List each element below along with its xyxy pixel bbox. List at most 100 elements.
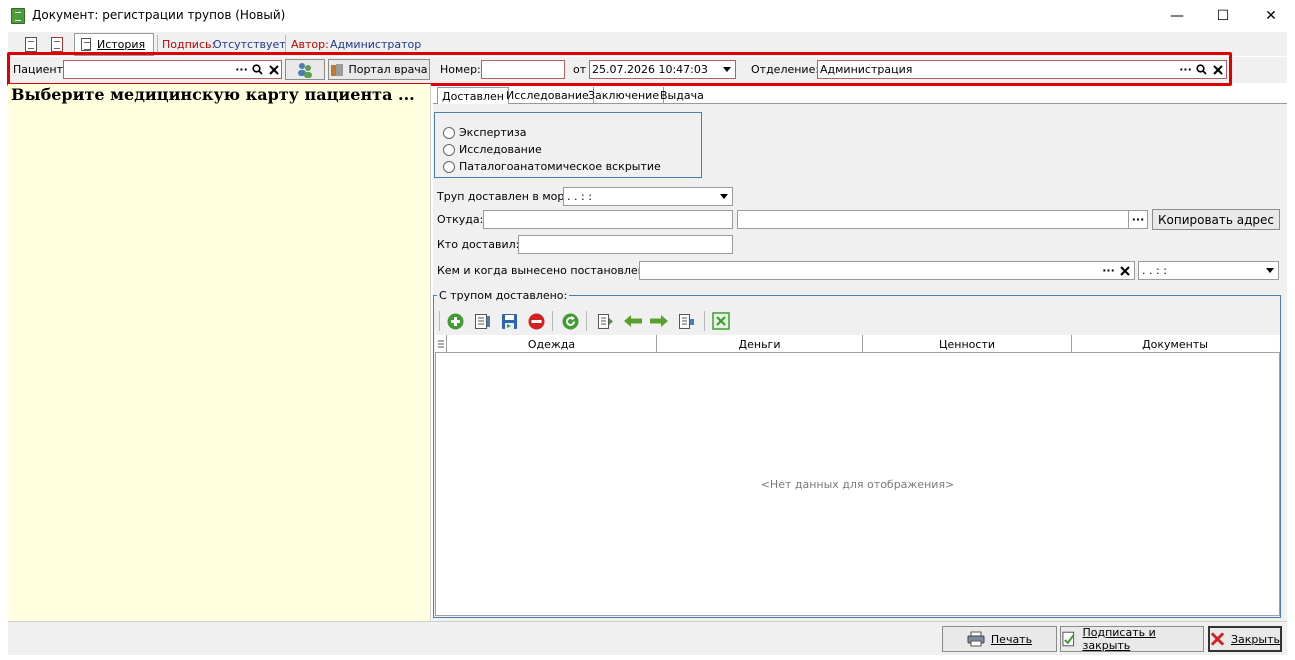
delivered-items-title: С трупом доставлено:	[437, 289, 570, 302]
date-field[interactable]: 25.07.2026 10:47:03	[589, 60, 736, 79]
maximize-button[interactable]: ☐	[1200, 0, 1246, 32]
column-header-documents[interactable]: Документы	[1072, 335, 1278, 353]
department-value: Администрация	[820, 63, 913, 76]
department-label: Отделение:	[751, 63, 820, 76]
toolbar-separator	[157, 35, 158, 53]
export-excel-button[interactable]	[712, 312, 730, 330]
patient-clear-button[interactable]	[266, 61, 281, 78]
delivered-datetime-value: . . : :	[567, 190, 592, 203]
ruling-dropdown-button[interactable]	[1262, 262, 1277, 279]
signature-value[interactable]: Отсутствует	[213, 38, 286, 51]
doctor-portal-button[interactable]: Портал врача	[328, 59, 430, 80]
document-toolbar: История Подпись: Отсутствует Автор: Адми…	[8, 32, 1287, 56]
refresh-button[interactable]	[561, 312, 579, 330]
date-value: 25.07.2026 10:47:03	[592, 63, 708, 76]
minimize-button[interactable]: —	[1154, 0, 1200, 32]
history-button[interactable]: История	[74, 33, 154, 56]
unsign-document-button[interactable]	[46, 34, 68, 54]
ellipsis-icon: ···	[1102, 264, 1115, 277]
from-label: от	[573, 63, 587, 76]
radio-research-label: Исследование	[459, 143, 542, 156]
sign-and-close-button[interactable]: Подписать и закрыть	[1060, 626, 1204, 652]
delete-row-button[interactable]	[527, 312, 545, 330]
move-button[interactable]	[596, 312, 614, 330]
columns-icon	[678, 313, 694, 329]
tab-research[interactable]: Исследование	[502, 87, 594, 104]
patient-search-button[interactable]	[250, 61, 265, 78]
address-browse-button[interactable]: ···	[1128, 211, 1147, 228]
refresh-icon	[562, 313, 578, 329]
tab-issue[interactable]: Выдача	[656, 87, 708, 104]
minimize-icon: —	[1170, 8, 1184, 24]
sign-icon	[1062, 631, 1075, 647]
close-red-icon	[1210, 632, 1225, 646]
toolbar-separator	[439, 311, 440, 331]
department-field[interactable]: Администрация ···	[817, 60, 1227, 79]
arrow-right-icon	[650, 315, 668, 327]
tab-conclusion[interactable]: Заключение	[584, 87, 665, 104]
department-browse-button[interactable]: ···	[1178, 61, 1193, 78]
toolbar-separator	[552, 311, 553, 331]
from-where-field[interactable]	[483, 210, 733, 229]
print-button[interactable]: Печать	[942, 626, 1057, 652]
chevron-down-icon	[719, 194, 728, 199]
select-patient-button[interactable]	[285, 59, 325, 80]
columns-button[interactable]	[677, 312, 695, 330]
ruling-clear-button[interactable]	[1117, 262, 1132, 279]
radio-research[interactable]: Исследование	[443, 143, 542, 156]
ruling-field[interactable]: ···	[639, 261, 1135, 280]
close-button[interactable]: Закрыть	[1208, 626, 1282, 652]
edit-row-button[interactable]	[473, 312, 491, 330]
add-row-button[interactable]	[446, 312, 464, 330]
clear-icon	[268, 64, 279, 75]
grid-header: Одежда Деньги Ценности Документы	[435, 335, 1280, 353]
ruling-datetime-field[interactable]: . . : :	[1138, 261, 1279, 280]
ruling-label: Кем и когда вынесено постановление:	[437, 264, 663, 277]
ellipsis-icon: ···	[1179, 63, 1192, 76]
close-icon: ✕	[1265, 8, 1277, 24]
date-dropdown-button[interactable]	[719, 61, 734, 78]
close-label: Закрыть	[1231, 632, 1280, 646]
search-icon	[1196, 64, 1207, 75]
ruling-datetime-value: . . : :	[1142, 264, 1167, 277]
delivered-items-grid[interactable]	[435, 335, 1280, 616]
patient-card-pane[interactable]	[8, 84, 431, 621]
portal-icon	[331, 63, 344, 76]
delivered-datetime-field[interactable]: . . : :	[563, 187, 733, 206]
users-icon	[298, 62, 312, 78]
patient-label: Пациент:	[13, 63, 67, 76]
column-header-clothes[interactable]: Одежда	[447, 335, 657, 353]
author-value[interactable]: Администратор	[330, 38, 421, 51]
empty-grid-message: <Нет данных для отображения>	[760, 478, 955, 491]
move-left-button[interactable]	[624, 312, 642, 330]
department-clear-button[interactable]	[1210, 61, 1225, 78]
column-header-valuables[interactable]: Ценности	[863, 335, 1072, 353]
delivered-dropdown-button[interactable]	[716, 188, 731, 205]
copy-address-button[interactable]: Копировать адрес	[1152, 209, 1280, 230]
clear-icon	[1212, 64, 1223, 75]
move-right-button[interactable]	[650, 312, 668, 330]
chevron-down-icon	[1265, 268, 1274, 273]
number-label: Номер:	[440, 63, 481, 76]
address-field[interactable]: ···	[737, 210, 1148, 229]
list-icon	[597, 313, 613, 329]
save-row-button[interactable]	[500, 312, 518, 330]
sign-document-button[interactable]	[20, 34, 42, 54]
toolbar-separator	[704, 311, 705, 331]
row-selector-icon[interactable]	[435, 335, 447, 353]
toolbar-separator	[586, 311, 587, 331]
column-header-money[interactable]: Деньги	[657, 335, 863, 353]
tab-delivered[interactable]: Доставлен	[437, 87, 509, 104]
who-delivered-field[interactable]	[518, 235, 733, 254]
printer-icon	[967, 631, 985, 647]
number-field[interactable]	[481, 60, 565, 79]
close-window-button[interactable]: ✕	[1248, 0, 1294, 32]
unsign-document-icon	[51, 36, 63, 52]
radio-expertise[interactable]: Экспертиза	[443, 126, 526, 139]
patient-browse-button[interactable]: ···	[234, 61, 249, 78]
radio-autopsy[interactable]: Паталогоанатомическое вскрытие	[443, 160, 661, 173]
department-search-button[interactable]	[1194, 61, 1209, 78]
sign-document-icon	[25, 36, 37, 52]
ruling-browse-button[interactable]: ···	[1101, 262, 1116, 279]
patient-field[interactable]: ···	[63, 60, 282, 79]
